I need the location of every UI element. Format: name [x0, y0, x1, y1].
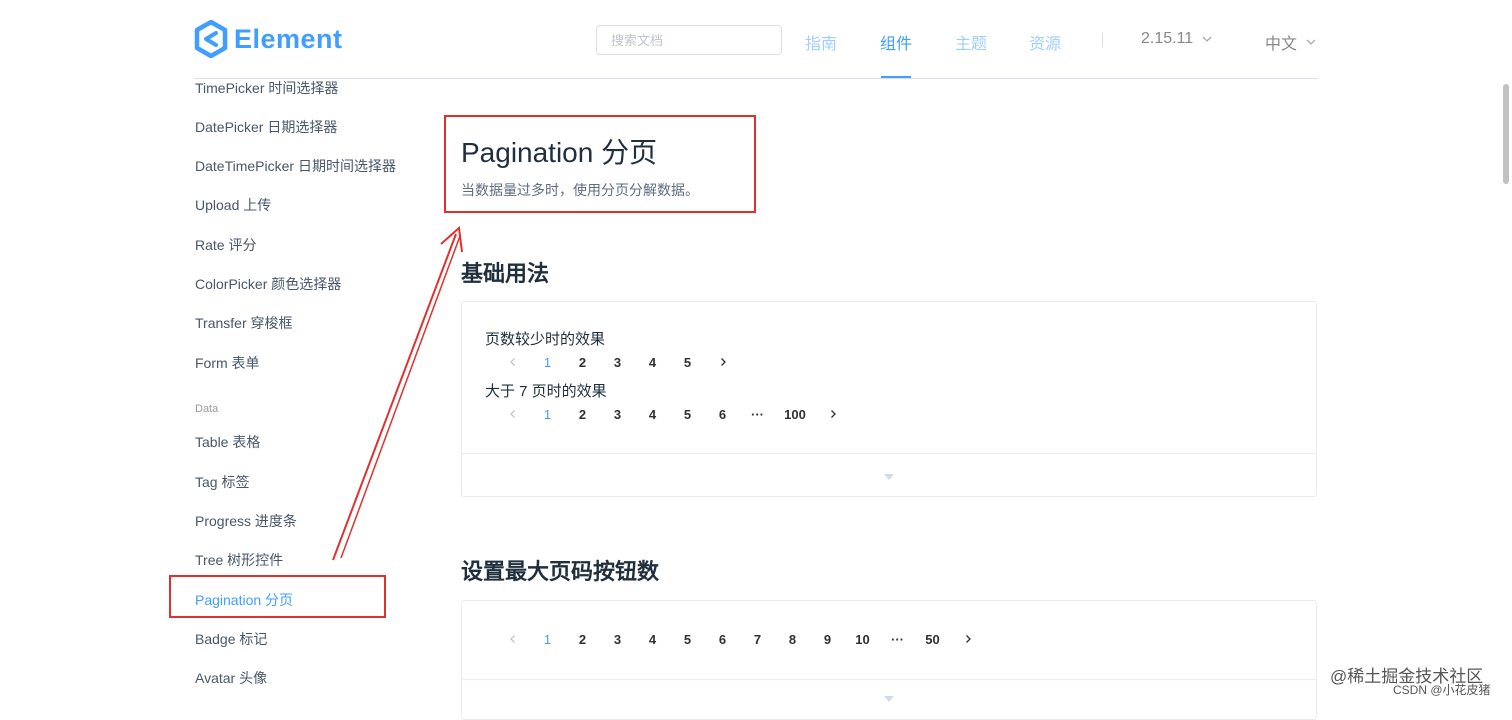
annotation-arrow-icon — [332, 225, 463, 561]
scrollbar-thumb[interactable] — [1503, 84, 1509, 184]
watermark-csdn: CSDN @小花皮猪 — [1393, 683, 1491, 697]
